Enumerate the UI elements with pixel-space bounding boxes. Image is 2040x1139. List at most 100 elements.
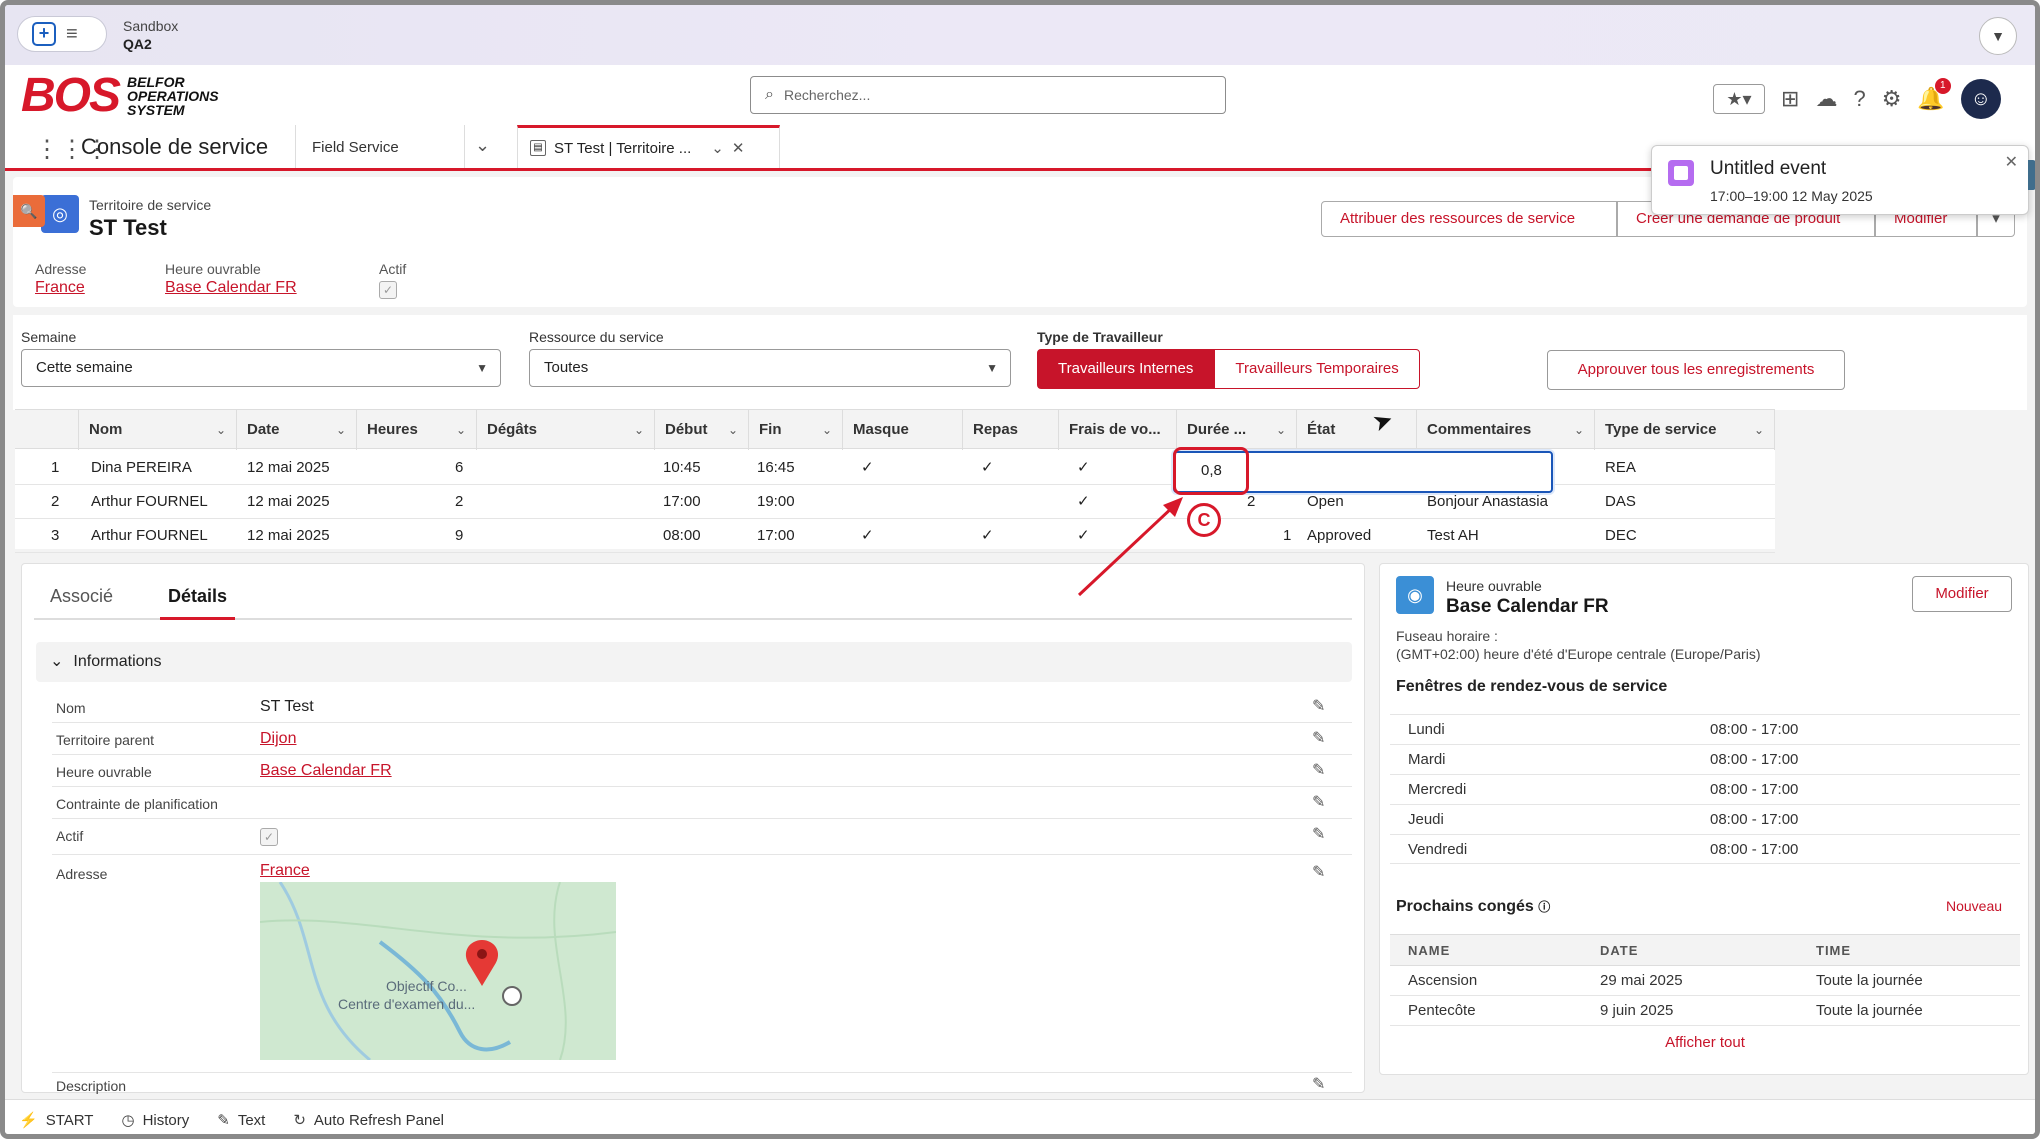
new-holiday-link[interactable]: Nouveau (1946, 898, 2002, 914)
cell-debut[interactable]: 08:00 (663, 519, 701, 553)
internal-workers-button[interactable]: Travailleurs Internes (1037, 349, 1215, 389)
chevron-down-icon[interactable]: ⌄ (336, 410, 346, 450)
col-degats[interactable]: Dégâts ⌄ (477, 410, 655, 450)
operating-hours-link[interactable]: Base Calendar FR (260, 762, 392, 780)
chevron-down-icon[interactable]: ⌄ (634, 410, 644, 450)
pencil-icon[interactable]: ✎ (1312, 696, 1325, 716)
pencil-icon[interactable]: ✎ (1312, 824, 1325, 844)
parent-territory-link[interactable]: Dijon (260, 730, 296, 748)
cell-type[interactable]: DAS (1605, 485, 1636, 519)
resource-select[interactable]: Toutes ▼ (529, 349, 1011, 387)
pencil-icon[interactable]: ✎ (1312, 1074, 1325, 1094)
chevron-down-icon[interactable]: ⌄ (822, 410, 832, 450)
avatar[interactable]: ☺ (1960, 79, 2001, 119)
chevron-down-icon[interactable]: ▼ (1979, 17, 2017, 55)
cell-repas-check[interactable]: ✓ (981, 451, 994, 485)
edit-hours-button[interactable]: Modifier (1912, 576, 2012, 612)
address-link[interactable]: France (35, 279, 85, 297)
tab-associated[interactable]: Associé (50, 586, 113, 607)
plus-icon[interactable]: + (32, 22, 56, 46)
chevron-down-icon[interactable]: ⌄ (475, 135, 490, 156)
cell-fin[interactable]: 16:45 (757, 451, 795, 485)
cell-nom[interactable]: Arthur FOURNEL (91, 519, 208, 553)
cell-date[interactable]: 12 mai 2025 (247, 451, 330, 485)
informations-section-header[interactable]: ⌄ Informations (36, 642, 1352, 682)
col-masque[interactable]: Masque (843, 410, 963, 450)
chevron-down-icon[interactable]: ⌄ (456, 410, 466, 450)
cell-masque-check[interactable]: ✓ (861, 519, 874, 553)
gear-icon[interactable]: ⚙ (1882, 86, 1902, 112)
pencil-icon[interactable]: ✎ (1312, 862, 1325, 882)
tab-details[interactable]: Détails (160, 586, 236, 620)
cell-fin[interactable]: 17:00 (757, 519, 795, 553)
event-toast[interactable]: Untitled event 17:00–19:00 12 May 2025 ✕ (1651, 145, 2035, 215)
cell-nom[interactable]: Arthur FOURNEL (91, 485, 208, 519)
menu-icon[interactable]: ≡ (66, 23, 78, 46)
global-search-input[interactable]: ⌕ Recherchez... (750, 76, 1226, 114)
assign-resources-button[interactable]: Attribuer des ressources de service (1321, 201, 1617, 237)
utility-text[interactable]: ✎ Text (217, 1111, 265, 1129)
week-select[interactable]: Cette semaine ▼ (21, 349, 501, 387)
col-nom[interactable]: Nom ⌄ (79, 410, 237, 450)
table-row[interactable]: 3 Arthur FOURNEL 12 mai 2025 9 08:00 17:… (15, 519, 1775, 553)
add-icon[interactable]: ⊞ (1781, 86, 1799, 112)
chevron-down-icon[interactable]: ⌄ (728, 410, 738, 450)
cell-date[interactable]: 12 mai 2025 (247, 519, 330, 553)
col-debut[interactable]: Début ⌄ (655, 410, 749, 450)
close-icon[interactable]: ✕ (2005, 152, 2018, 172)
cell-etat[interactable]: Approved (1307, 519, 1371, 553)
col-etat[interactable]: État (1297, 410, 1417, 450)
cell-duree[interactable]: 1 (1283, 519, 1291, 553)
col-heures[interactable]: Heures ⌄ (357, 410, 477, 450)
temporary-workers-button[interactable]: Travailleurs Temporaires (1214, 349, 1420, 389)
utility-history[interactable]: ◷ History (121, 1111, 189, 1129)
info-icon[interactable]: ⓘ (1538, 900, 1550, 914)
chevron-down-icon[interactable]: ⌄ (1754, 410, 1764, 450)
cell-date[interactable]: 12 mai 2025 (247, 485, 330, 519)
chevron-down-icon[interactable]: ⌄ (1574, 410, 1584, 450)
address-map[interactable]: Objectif Co... Centre d'examen du... (260, 882, 616, 1060)
pencil-icon[interactable]: ✎ (1312, 792, 1325, 812)
col-repas[interactable]: Repas (963, 410, 1059, 450)
pencil-icon[interactable]: ✎ (1312, 728, 1325, 748)
cell-commentaires[interactable]: Test AH (1427, 519, 1479, 553)
show-all-link[interactable]: Afficher tout (1380, 1034, 2030, 1051)
col-frais[interactable]: Frais de vo... (1059, 410, 1177, 450)
cell-nom[interactable]: Dina PEREIRA (91, 451, 192, 485)
cell-fin[interactable]: 19:00 (757, 485, 795, 519)
nav-object-tab[interactable]: Field Service (295, 125, 465, 168)
cell-debut[interactable]: 10:45 (663, 451, 701, 485)
approve-all-button[interactable]: Approuver tous les enregistrements (1547, 350, 1845, 390)
cell-heures[interactable]: 2 (455, 485, 463, 519)
cell-frais-check[interactable]: ✓ (1077, 451, 1090, 485)
cell-repas-check[interactable]: ✓ (981, 519, 994, 553)
col-commentaires[interactable]: Commentaires ⌄ (1417, 410, 1595, 450)
address-link[interactable]: France (260, 862, 310, 880)
bos-logo[interactable]: BOS BELFOR OPERATIONS SYSTEM (21, 71, 219, 121)
col-duree[interactable]: Durée ... ⌄ (1177, 410, 1297, 450)
hours-link[interactable]: Base Calendar FR (165, 279, 297, 297)
col-fin[interactable]: Fin ⌄ (749, 410, 843, 450)
chevron-down-icon[interactable]: ⌄ (216, 410, 226, 450)
toast-edge-handle[interactable] (2028, 160, 2035, 190)
utility-start[interactable]: ⚡ START (19, 1111, 93, 1129)
chevron-down-icon[interactable]: ⌄ (711, 139, 724, 157)
cell-type[interactable]: REA (1605, 451, 1636, 485)
cell-heures[interactable]: 9 (455, 519, 463, 553)
bell-icon[interactable]: 🔔 1 (1917, 78, 1951, 112)
favorites-star-icon[interactable]: ★▾ (1713, 84, 1765, 114)
chevron-down-icon[interactable]: ⌄ (1276, 410, 1286, 450)
search-icon[interactable]: 🔍 (13, 195, 45, 227)
cell-masque-check[interactable]: ✓ (861, 451, 874, 485)
utility-auto-refresh[interactable]: ↻ Auto Refresh Panel (293, 1111, 444, 1129)
col-date[interactable]: Date ⌄ (237, 410, 357, 450)
app-launcher-pill[interactable]: + ≡ (17, 16, 107, 52)
help-icon[interactable]: ? (1853, 86, 1865, 112)
trailhead-icon[interactable]: ☁ (1815, 86, 1837, 112)
close-icon[interactable]: ✕ (732, 139, 745, 157)
cell-heures[interactable]: 6 (455, 451, 463, 485)
record-tab[interactable]: ▤ ST Test | Territoire ... ⌄ ✕ (517, 125, 780, 168)
cell-type[interactable]: DEC (1605, 519, 1637, 553)
cell-debut[interactable]: 17:00 (663, 485, 701, 519)
col-type-service[interactable]: Type de service ⌄ (1595, 410, 1775, 450)
